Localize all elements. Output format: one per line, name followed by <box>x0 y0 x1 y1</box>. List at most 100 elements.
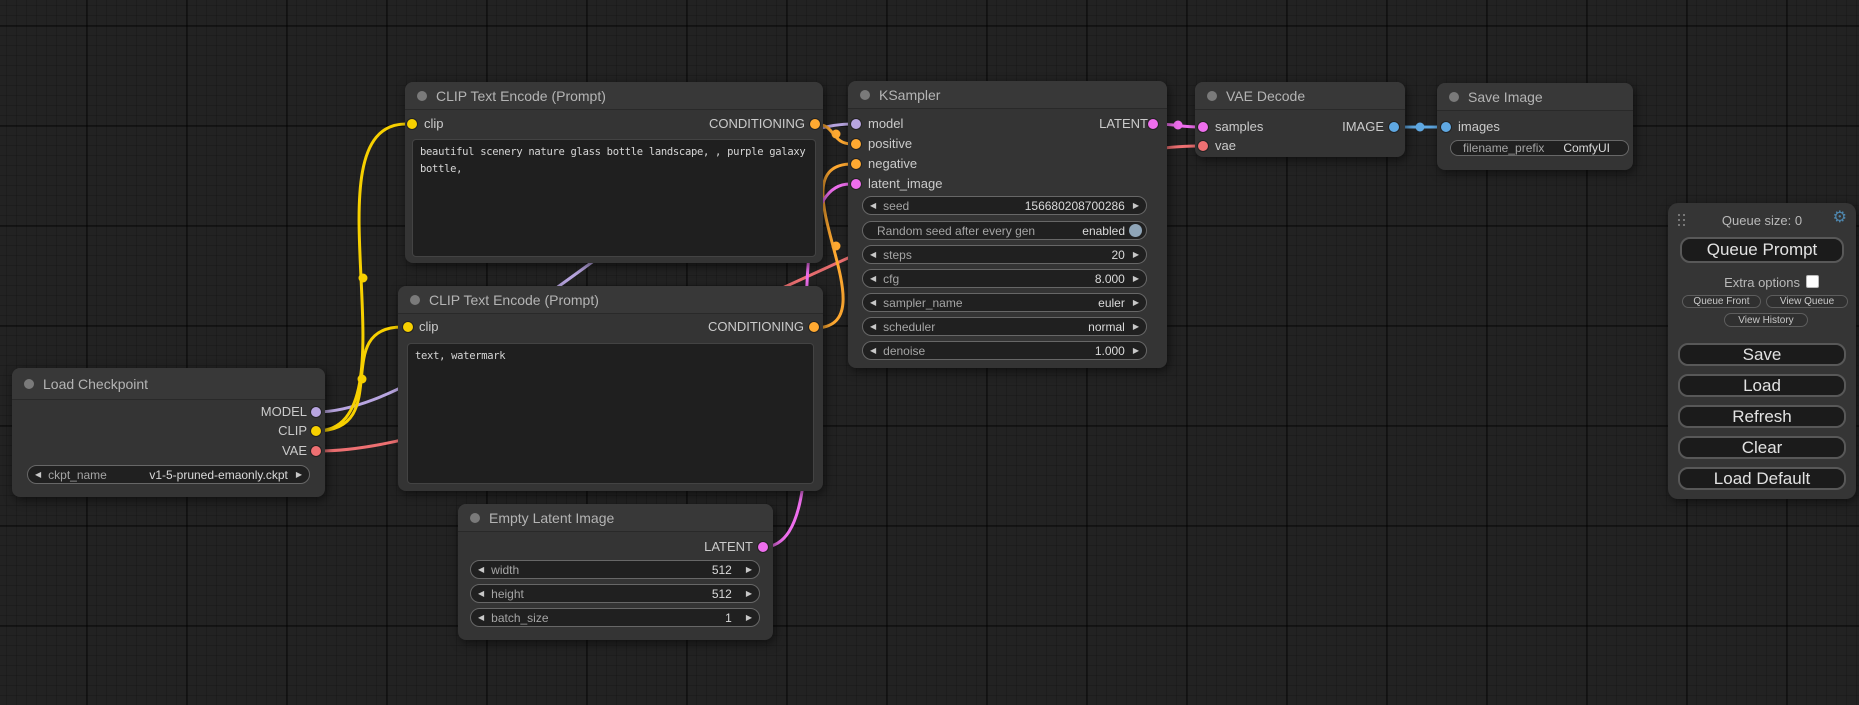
node-title-bar[interactable]: CLIP Text Encode (Prompt) <box>398 286 823 314</box>
input-label-vae: vae <box>1215 138 1236 154</box>
collapse-dot-icon[interactable] <box>1449 92 1459 102</box>
stepper-left-icon[interactable]: ◀ <box>870 251 876 259</box>
denoise-widget[interactable]: ◀ denoise 1.000 ▶ <box>862 341 1147 360</box>
stepper-right-icon[interactable]: ▶ <box>1133 251 1139 259</box>
input-port-clip[interactable] <box>403 322 413 332</box>
clear-button[interactable]: Clear <box>1678 436 1846 459</box>
widget-label: width <box>491 563 519 577</box>
ckpt-name-widget[interactable]: ◀ ckpt_name v1-5-pruned-emaonly.ckpt ▶ <box>27 465 310 484</box>
widget-label: steps <box>883 248 912 262</box>
node-load-checkpoint[interactable]: Load Checkpoint MODEL CLIP VAE ◀ ckpt_na… <box>12 368 325 497</box>
output-port-clip[interactable] <box>311 426 321 436</box>
view-history-button[interactable]: View History <box>1724 313 1808 327</box>
random-seed-toggle-widget[interactable]: Random seed after every gen enabled <box>862 221 1147 240</box>
widget-value: 1.000 <box>1095 344 1125 358</box>
prompt-textarea[interactable]: text, watermark <box>407 343 814 484</box>
stepper-left-icon[interactable]: ◀ <box>478 614 484 622</box>
view-queue-button[interactable]: View Queue <box>1766 295 1848 308</box>
widget-label: sampler_name <box>883 296 962 310</box>
stepper-right-icon[interactable]: ▶ <box>1133 275 1139 283</box>
stepper-left-icon[interactable]: ◀ <box>870 275 876 283</box>
input-port-latent-image[interactable] <box>851 179 861 189</box>
scheduler-widget[interactable]: ◀ scheduler normal ▶ <box>862 317 1147 336</box>
stepper-right-icon[interactable]: ▶ <box>1133 323 1139 331</box>
extra-options-checkbox[interactable] <box>1806 275 1819 288</box>
widget-label: cfg <box>883 272 899 286</box>
widget-value: 1 <box>725 611 732 625</box>
stepper-left-icon[interactable]: ◀ <box>870 323 876 331</box>
output-port-latent[interactable] <box>1148 119 1158 129</box>
collapse-dot-icon[interactable] <box>860 90 870 100</box>
load-default-button[interactable]: Load Default <box>1678 467 1846 490</box>
height-widget[interactable]: ◀ height 512 ▶ <box>470 584 760 603</box>
node-clip-text-encode-positive[interactable]: CLIP Text Encode (Prompt) clip CONDITION… <box>405 82 823 263</box>
sampler-name-widget[interactable]: ◀ sampler_name euler ▶ <box>862 293 1147 312</box>
output-port-conditioning[interactable] <box>809 322 819 332</box>
output-label-image: IMAGE <box>1342 119 1384 135</box>
stepper-left-icon[interactable]: ◀ <box>35 471 41 479</box>
queue-prompt-button[interactable]: Queue Prompt <box>1680 237 1844 263</box>
output-label-conditioning: CONDITIONING <box>709 116 805 132</box>
stepper-right-icon[interactable]: ▶ <box>1133 347 1139 355</box>
stepper-right-icon[interactable]: ▶ <box>1133 202 1139 210</box>
node-title: Load Checkpoint <box>43 376 148 392</box>
queue-front-button[interactable]: Queue Front <box>1682 295 1761 308</box>
input-port-images[interactable] <box>1441 122 1451 132</box>
stepper-right-icon[interactable]: ▶ <box>746 590 752 598</box>
node-title-bar[interactable]: VAE Decode <box>1195 82 1405 110</box>
stepper-left-icon[interactable]: ◀ <box>870 299 876 307</box>
output-port-latent[interactable] <box>758 542 768 552</box>
collapse-dot-icon[interactable] <box>1207 91 1217 101</box>
stepper-right-icon[interactable]: ▶ <box>746 566 752 574</box>
cfg-widget[interactable]: ◀ cfg 8.000 ▶ <box>862 269 1147 288</box>
stepper-left-icon[interactable]: ◀ <box>870 202 876 210</box>
node-title: Save Image <box>1468 89 1543 105</box>
collapse-dot-icon[interactable] <box>24 379 34 389</box>
output-port-conditioning[interactable] <box>810 119 820 129</box>
input-port-model[interactable] <box>851 119 861 129</box>
node-title-bar[interactable]: Empty Latent Image <box>458 504 773 532</box>
collapse-dot-icon[interactable] <box>410 295 420 305</box>
filename-prefix-widget[interactable]: filename_prefix ComfyUI <box>1450 140 1629 156</box>
extra-options-label: Extra options <box>1724 275 1800 290</box>
toggle-dot-icon[interactable] <box>1129 224 1142 237</box>
input-port-negative[interactable] <box>851 159 861 169</box>
input-port-clip[interactable] <box>407 119 417 129</box>
link-midpoint-dot <box>1174 121 1183 130</box>
node-ksampler[interactable]: KSampler model positive negative latent_… <box>848 81 1167 368</box>
node-title-bar[interactable]: CLIP Text Encode (Prompt) <box>405 82 823 110</box>
input-port-positive[interactable] <box>851 139 861 149</box>
input-label-samples: samples <box>1215 119 1263 135</box>
node-title-bar[interactable]: KSampler <box>848 81 1167 109</box>
input-port-vae[interactable] <box>1198 141 1208 151</box>
stepper-right-icon[interactable]: ▶ <box>296 471 302 479</box>
node-title-bar[interactable]: Save Image <box>1437 83 1633 111</box>
node-graph-canvas[interactable]: Load Checkpoint MODEL CLIP VAE ◀ ckpt_na… <box>0 0 1859 705</box>
stepper-left-icon[interactable]: ◀ <box>478 590 484 598</box>
width-widget[interactable]: ◀ width 512 ▶ <box>470 560 760 579</box>
output-port-vae[interactable] <box>311 446 321 456</box>
node-title-bar[interactable]: Load Checkpoint <box>12 368 325 400</box>
stepper-left-icon[interactable]: ◀ <box>478 566 484 574</box>
stepper-right-icon[interactable]: ▶ <box>746 614 752 622</box>
node-clip-text-encode-negative[interactable]: CLIP Text Encode (Prompt) clip CONDITION… <box>398 286 823 491</box>
node-empty-latent-image[interactable]: Empty Latent Image LATENT ◀ width 512 ▶ … <box>458 504 773 640</box>
load-button[interactable]: Load <box>1678 374 1846 397</box>
stepper-left-icon[interactable]: ◀ <box>870 347 876 355</box>
input-port-samples[interactable] <box>1198 122 1208 132</box>
prompt-textarea[interactable]: beautiful scenery nature glass bottle la… <box>412 139 816 257</box>
node-save-image[interactable]: Save Image images filename_prefix ComfyU… <box>1437 83 1633 170</box>
widget-value: v1-5-pruned-emaonly.ckpt <box>149 468 288 482</box>
settings-gear-icon[interactable]: ⚙ <box>1833 209 1847 225</box>
output-port-model[interactable] <box>311 407 321 417</box>
batch-size-widget[interactable]: ◀ batch_size 1 ▶ <box>470 608 760 627</box>
node-vae-decode[interactable]: VAE Decode samples vae IMAGE <box>1195 82 1405 157</box>
collapse-dot-icon[interactable] <box>417 91 427 101</box>
seed-widget[interactable]: ◀ seed 156680208700286 ▶ <box>862 196 1147 215</box>
collapse-dot-icon[interactable] <box>470 513 480 523</box>
stepper-right-icon[interactable]: ▶ <box>1133 299 1139 307</box>
output-port-image[interactable] <box>1389 122 1399 132</box>
refresh-button[interactable]: Refresh <box>1678 405 1846 428</box>
steps-widget[interactable]: ◀ steps 20 ▶ <box>862 245 1147 264</box>
save-button[interactable]: Save <box>1678 343 1846 366</box>
